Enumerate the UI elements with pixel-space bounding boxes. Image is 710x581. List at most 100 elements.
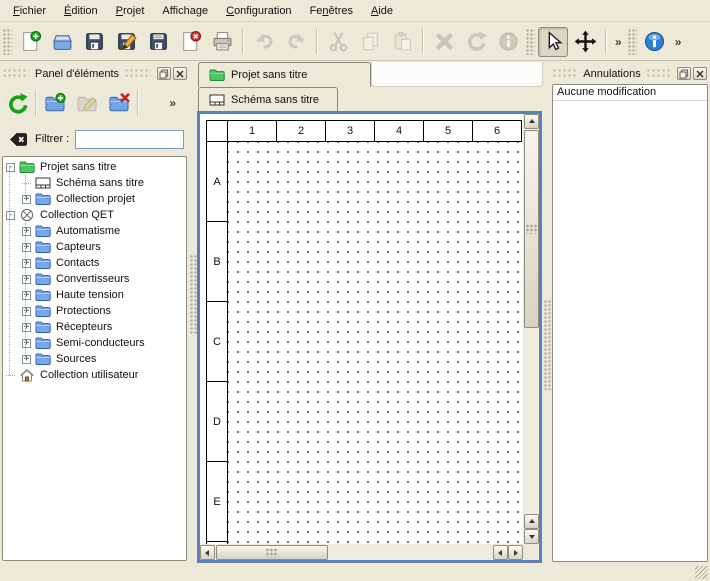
new-category-button[interactable] [41,89,69,117]
tree-item-automatisme[interactable]: +Automatisme [3,223,186,239]
tree-item-collection-utilisateur[interactable]: Collection utilisateur [3,367,186,383]
save-as-icon [115,30,138,53]
schema-icon [209,93,225,107]
move-icon [574,30,597,53]
menu-configuration[interactable]: Configuration [217,3,300,19]
undo-list[interactable]: Aucune modification [552,84,708,562]
print-button[interactable] [207,27,237,57]
undo-list-item[interactable]: Aucune modification [553,85,707,101]
tree-expander-icon[interactable]: + [22,259,31,268]
up-arrow-icon [529,516,535,523]
diagram-viewport: 123456 ABCDE [197,111,542,563]
scroll-left-button-2[interactable] [493,545,508,560]
scroll-down-button[interactable] [524,529,539,544]
close-file-button[interactable] [175,27,205,57]
save-button[interactable] [79,27,109,57]
ruler-corner [206,120,228,142]
scroll-up-button-2[interactable] [524,514,539,529]
schema-tab[interactable]: Schéma sans titre [198,87,338,111]
schema-tabbar: Schéma sans titre [198,87,547,111]
tree-expander-icon[interactable]: + [22,195,31,204]
tree-expander-icon[interactable]: + [22,275,31,284]
filter-input[interactable] [75,130,184,149]
horizontal-scrollbar[interactable] [200,545,523,560]
select-mode-button[interactable] [538,27,568,57]
tree-expander-icon[interactable]: + [22,339,31,348]
main-toolbar: »» [0,23,710,61]
tree-expander-icon[interactable]: - [6,211,15,220]
menu-aide[interactable]: Aide [362,3,402,19]
undo-panel-header[interactable]: Annulations [553,64,707,83]
toolbar-overflow-button[interactable]: » [671,35,686,49]
toolbar-separator [422,29,424,54]
menu-projet[interactable]: Projet [107,3,154,19]
scroll-left-button[interactable] [200,545,215,560]
tree-item-protections[interactable]: +Protections [3,303,186,319]
tree-expander-icon[interactable]: + [22,355,31,364]
menu-edition[interactable]: Édition [55,3,107,19]
tree-item-projet-sans-titre[interactable]: -Projet sans titre [3,159,186,175]
about-button[interactable] [640,27,670,57]
toolbar-separator [137,90,139,116]
vertical-scroll-thumb[interactable] [524,130,539,328]
menu-affichage[interactable]: Affichage [153,3,217,19]
scroll-up-button[interactable] [524,114,539,129]
elements-panel-header[interactable]: Panel d'éléments [3,64,187,83]
horizontal-scroll-thumb[interactable] [216,545,328,560]
dock-grip-texture[interactable] [125,69,151,78]
clear-filter-button[interactable] [7,128,29,150]
undo-panel: Annulations Aucune modification [550,62,710,581]
tree-item-contacts[interactable]: +Contacts [3,255,186,271]
menu-fenetres[interactable]: Fenêtres [301,3,362,19]
tree-expander-icon[interactable]: + [22,307,31,316]
tree-item-haute-tension[interactable]: +Haute tension [3,287,186,303]
dock-grip-texture[interactable] [647,69,671,78]
tree-item-collection-qet[interactable]: -Collection QET [3,207,186,223]
tree-expander-icon[interactable]: + [22,323,31,332]
tree-expander-icon[interactable]: + [22,243,31,252]
reload-collections-button[interactable] [3,89,31,117]
toolbar-grip[interactable] [628,29,637,55]
tree-item-collection-projet[interactable]: +Collection projet [3,191,186,207]
elements-panel: Panel d'éléments » Filtrer : -Projet san… [0,62,190,581]
float-panel-button[interactable] [157,67,171,80]
toolbar-grip[interactable] [526,29,535,55]
tree-expander-icon[interactable]: - [6,163,15,172]
toolbar-grip[interactable] [3,29,12,55]
dock-grip-texture[interactable] [553,69,577,78]
elements-tree[interactable]: -Projet sans titreSchéma sans titre+Coll… [2,156,187,561]
float-panel-button[interactable] [677,67,691,80]
tree-item-schema-sans-titre[interactable]: Schéma sans titre [3,175,186,191]
move-mode-button[interactable] [570,27,600,57]
column-header-2: 2 [277,120,326,142]
delete-category-button[interactable] [105,89,133,117]
blue-folder-icon [35,304,51,318]
tree-item-semi-conducteurs[interactable]: + Semi-conducteurs [3,335,186,351]
open-document-button[interactable] [47,27,77,57]
scroll-right-button[interactable] [508,545,523,560]
tree-item-convertisseurs[interactable]: +Convertisseurs [3,271,186,287]
tree-item-label: Semi-conducteurs [56,337,145,349]
menu-fichier[interactable]: Fichier [4,3,55,19]
dock-grip-texture[interactable] [3,69,29,78]
tree-expander-icon[interactable]: + [22,291,31,300]
tree-expander-icon[interactable]: + [22,227,31,236]
redo-icon [285,30,308,53]
window-resize-grip[interactable] [695,566,708,579]
save-all-button[interactable] [143,27,173,57]
save-as-button[interactable] [111,27,141,57]
close-panel-button[interactable] [693,67,707,80]
project-tab[interactable]: Projet sans titre [198,62,371,87]
new-document-button[interactable] [15,27,45,57]
undo-icon [253,30,276,53]
tree-item-recepteurs[interactable]: +Récepteurs [3,319,186,335]
splitter-handle-left[interactable] [190,255,197,335]
tree-item-capteurs[interactable]: +Capteurs [3,239,186,255]
left-arrow-icon [202,550,209,556]
schema-canvas[interactable]: 123456 ABCDE [200,114,523,544]
tree-item-sources[interactable]: +Sources [3,351,186,367]
close-panel-button[interactable] [173,67,187,80]
toolbar-overflow-button[interactable]: » [165,96,180,110]
vertical-scrollbar[interactable] [524,114,539,544]
toolbar-overflow-button[interactable]: » [611,35,626,49]
